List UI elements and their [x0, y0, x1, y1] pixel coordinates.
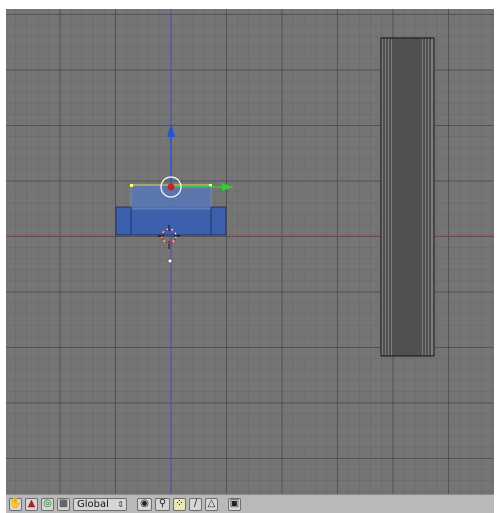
vertex-select-icon[interactable]: ⁘: [173, 497, 186, 511]
y-axis-arrow-icon: [222, 183, 234, 191]
hand-icon[interactable]: ✋: [9, 497, 22, 511]
orientation-select[interactable]: Global ⇕: [73, 497, 127, 511]
rotate-ring-icon[interactable]: ◎: [41, 497, 54, 511]
selected-mesh-object: [115, 184, 227, 236]
snap-icon[interactable]: ⚲: [155, 497, 170, 511]
edge-select-icon[interactable]: ∕: [189, 497, 202, 511]
scale-square-icon[interactable]: ■: [57, 497, 70, 511]
wireframe-object: [380, 37, 435, 357]
z-axis-arrow-icon: [167, 123, 175, 137]
orientation-select-value: Global: [77, 498, 109, 510]
select-arrows-icon: ⇕: [117, 499, 124, 509]
viewport-canvas[interactable]: [6, 9, 494, 494]
3d-viewport[interactable]: [6, 9, 494, 494]
transform-triangle-icon[interactable]: ▲: [25, 497, 38, 511]
viewport-header-toolbar: ✋ ▲ ◎ ■ Global ⇕ ◉ ⚲ ⁘ ∕ △ ▣: [6, 494, 494, 513]
render-icon[interactable]: ▣: [228, 497, 241, 511]
pivot-icon[interactable]: ◉: [137, 497, 152, 511]
manipulator-center-icon: [167, 183, 175, 191]
face-select-icon[interactable]: △: [205, 497, 218, 511]
